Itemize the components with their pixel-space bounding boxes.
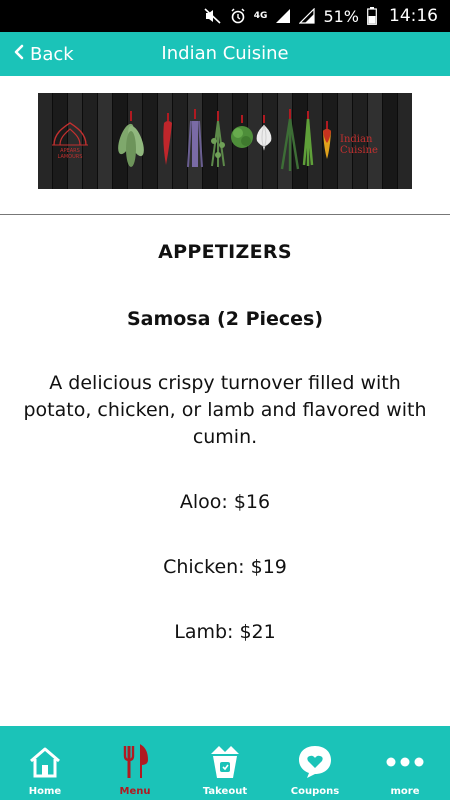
nav-coupons[interactable]: Coupons — [274, 726, 356, 800]
battery-percent: 51% — [323, 6, 359, 26]
app-header: Back Indian Cuisine — [0, 32, 450, 76]
item-description: A delicious crispy turnover filled with … — [23, 372, 427, 448]
nav-coupons-label: Coupons — [290, 786, 340, 797]
signal-icon-2 — [299, 8, 316, 24]
fork-knife-icon — [121, 740, 149, 784]
heart-bubble-icon — [297, 740, 333, 784]
nav-menu[interactable]: Menu — [94, 726, 176, 800]
nav-takeout-label: Takeout — [202, 786, 248, 797]
alarm-icon — [230, 8, 246, 24]
nav-more-label: more — [390, 786, 420, 797]
nav-more[interactable]: more — [364, 726, 446, 800]
restaurant-logo: APEARS LAMOURS — [48, 121, 92, 163]
herb-bundle-icon — [118, 111, 144, 167]
clock: 14:16 — [389, 6, 438, 26]
price-lamb: Lamb: $21 — [174, 621, 276, 643]
more-dots-icon — [386, 740, 424, 784]
nav-home-label: Home — [28, 786, 62, 797]
svg-text:LAMOURS: LAMOURS — [58, 154, 83, 159]
battery-icon — [367, 7, 377, 25]
nav-home[interactable]: Home — [4, 726, 86, 800]
garlic-icon — [256, 115, 272, 151]
chili-icon — [163, 113, 172, 165]
mute-icon — [204, 8, 222, 24]
banner-caption: Indian Cuisine — [340, 134, 378, 156]
chives-icon — [302, 111, 314, 166]
divider — [0, 214, 450, 215]
home-icon — [27, 740, 63, 784]
nav-menu-label: Menu — [119, 786, 151, 797]
section-heading: APPETIZERS — [158, 241, 292, 263]
page-title: Indian Cuisine — [161, 43, 289, 64]
status-bar: 4G 51% 14:16 — [0, 0, 450, 32]
price-chicken: Chicken: $19 — [163, 556, 287, 578]
basil-icon — [231, 115, 253, 148]
nav-takeout[interactable]: Takeout — [184, 726, 266, 800]
network-type: 4G — [253, 11, 268, 21]
bottom-nav: Home Menu Takeout Coupons more — [0, 726, 450, 800]
item-name: Samosa (2 Pieces) — [126, 308, 324, 330]
price-aloo: Aloo: $16 — [179, 491, 271, 513]
pepper-icon — [323, 121, 331, 159]
restaurant-banner: APEARS LAMOURS Indian Cuisine — [38, 93, 412, 189]
sprig-icon — [211, 111, 225, 167]
wood-plank — [98, 93, 113, 189]
lavender-icon — [187, 109, 203, 168]
signal-icon — [275, 8, 291, 24]
takeout-box-icon — [209, 740, 241, 784]
